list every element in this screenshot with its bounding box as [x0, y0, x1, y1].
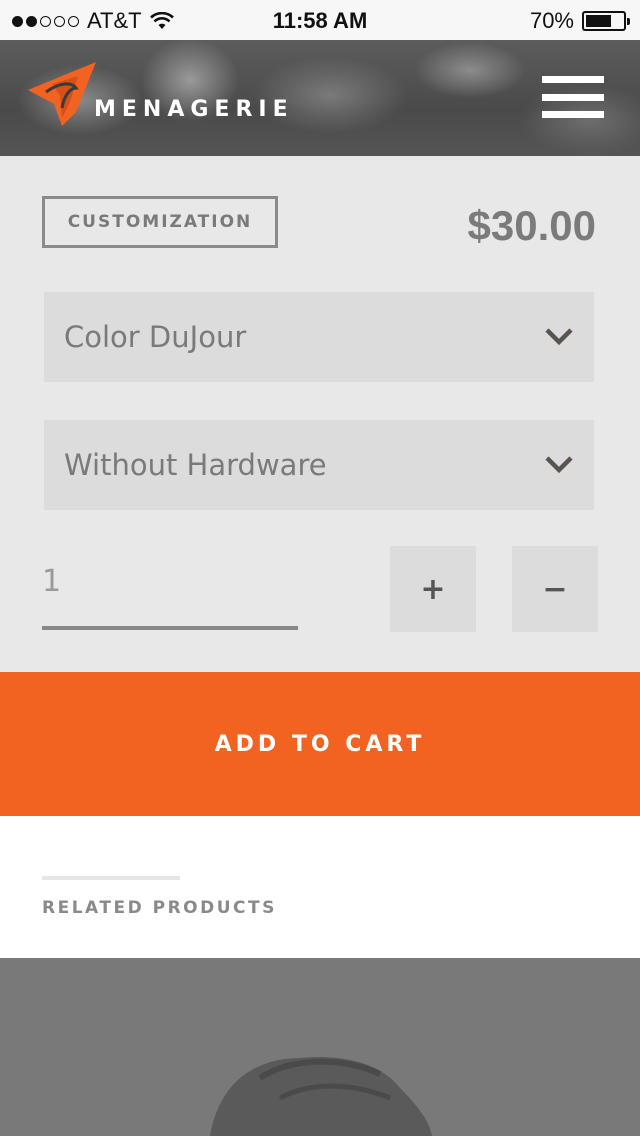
related-products-title: RELATED PRODUCTS: [42, 898, 277, 918]
hamburger-menu-icon[interactable]: [542, 76, 604, 118]
brand-name: MENAGERIE: [94, 97, 294, 122]
site-header: MENAGERIE: [0, 40, 640, 156]
chevron-down-icon: [545, 456, 573, 474]
menu-bar: [542, 111, 604, 118]
quantity-input[interactable]: 1: [42, 548, 298, 630]
product-photo: [0, 958, 640, 1136]
battery-icon: [582, 11, 630, 31]
color-select[interactable]: Color DuJour: [44, 292, 594, 382]
customization-panel: CUSTOMIZATION $30.00 Color DuJour Withou…: [0, 156, 640, 672]
menagerie-logo-icon: [28, 62, 96, 126]
menu-bar: [542, 93, 604, 101]
increment-button[interactable]: +: [390, 546, 476, 632]
chevron-down-icon: [545, 328, 573, 346]
color-select-value: Color DuJour: [64, 320, 247, 354]
brand-logo[interactable]: MENAGERIE: [26, 62, 294, 130]
add-to-cart-button[interactable]: ADD TO CART: [0, 672, 640, 816]
customization-tag: CUSTOMIZATION: [42, 196, 278, 248]
quantity-value: 1: [42, 564, 62, 599]
hardware-select-value: Without Hardware: [64, 448, 327, 482]
add-to-cart-label: ADD TO CART: [214, 731, 426, 757]
battery-cap: [627, 18, 630, 25]
menu-bar: [542, 76, 604, 83]
status-right: 70%: [529, 8, 630, 34]
related-products-section: RELATED PRODUCTS: [0, 816, 640, 958]
decrement-button[interactable]: −: [512, 546, 598, 632]
battery-percent: 70%: [529, 8, 574, 33]
related-product-image[interactable]: [0, 958, 640, 1136]
product-price: $30.00: [467, 202, 596, 249]
section-divider: [42, 876, 180, 880]
status-bar: AT&T 11:58 AM 70%: [0, 0, 640, 40]
battery-fill: [586, 15, 612, 27]
hardware-select[interactable]: Without Hardware: [44, 420, 594, 510]
